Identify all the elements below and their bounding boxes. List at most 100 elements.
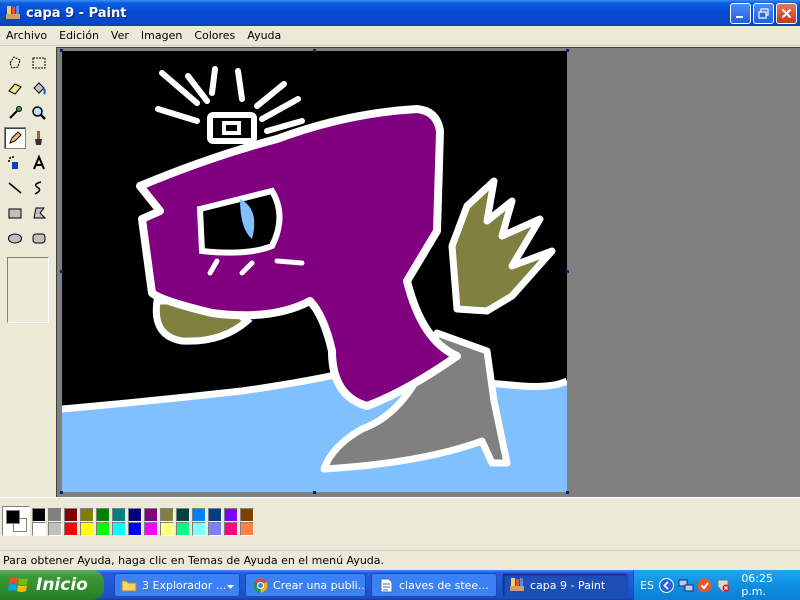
color-swatch[interactable] <box>160 522 174 536</box>
canvas-handle <box>60 270 63 273</box>
menu-archivo[interactable]: Archivo <box>0 29 53 42</box>
color-swatch[interactable] <box>112 508 126 522</box>
curve-tool[interactable] <box>28 177 50 199</box>
color-swatch[interactable] <box>240 522 254 536</box>
color-swatch[interactable] <box>176 522 190 536</box>
color-swatch[interactable] <box>128 508 142 522</box>
text-tool[interactable] <box>28 152 50 174</box>
canvas-handle <box>60 49 63 52</box>
start-label: Inicio <box>36 575 88 595</box>
brush-tool[interactable] <box>28 127 50 149</box>
network-icon[interactable] <box>678 577 694 593</box>
color-swatch[interactable] <box>160 508 174 522</box>
task-label: 3 Explorador ... <box>142 578 227 592</box>
text-icon <box>33 155 45 170</box>
color-swatch[interactable] <box>208 522 222 536</box>
group-dropdown-icon <box>227 579 234 592</box>
rect-select-tool[interactable] <box>28 52 50 74</box>
current-colors[interactable] <box>2 506 30 536</box>
task-paint[interactable]: capa 9 - Paint <box>502 573 628 597</box>
restore-button[interactable] <box>753 3 774 24</box>
free-select-tool[interactable] <box>4 52 26 74</box>
airbrush-tool[interactable] <box>4 152 26 174</box>
foreground-color <box>6 510 20 524</box>
rect-select-icon <box>32 57 46 69</box>
taskbar: Inicio 3 Explorador ... Crear una publi.… <box>0 570 800 600</box>
ellipse-tool[interactable] <box>4 227 26 249</box>
color-swatch[interactable] <box>80 508 94 522</box>
canvas-resize-handle-bottom[interactable] <box>313 491 316 494</box>
pencil-tool[interactable] <box>4 127 26 149</box>
canvas-handle <box>60 491 63 494</box>
color-swatch[interactable] <box>240 508 254 522</box>
workspace <box>56 47 800 497</box>
color-swatch[interactable] <box>144 508 158 522</box>
eraser-tool[interactable] <box>4 77 26 99</box>
security-alert-icon[interactable] <box>715 577 731 593</box>
toolbox <box>0 47 56 497</box>
task-chrome[interactable]: Crear una publi... <box>245 573 366 597</box>
status-text: Para obtener Ayuda, haga clic en Temas d… <box>3 554 385 567</box>
menu-edicion[interactable]: Edición <box>53 29 105 42</box>
color-palette <box>0 497 800 545</box>
chrome-icon <box>252 577 268 593</box>
color-swatch[interactable] <box>64 508 78 522</box>
start-button[interactable]: Inicio <box>0 570 104 600</box>
system-tray: ES 06:25 p.m. <box>633 570 800 600</box>
tool-options-panel[interactable] <box>7 257 49 323</box>
magnifier-tool[interactable] <box>28 102 50 124</box>
canvas-resize-handle-right[interactable] <box>566 270 569 273</box>
color-swatch[interactable] <box>144 522 158 536</box>
color-swatch[interactable] <box>32 522 46 536</box>
restore-icon <box>758 8 769 19</box>
color-swatch[interactable] <box>192 522 206 536</box>
document-icon <box>378 577 394 593</box>
color-swatch[interactable] <box>96 508 110 522</box>
task-label: Crear una publi... <box>273 578 366 592</box>
color-swatch[interactable] <box>192 508 206 522</box>
color-swatch[interactable] <box>48 508 62 522</box>
task-explorador[interactable]: 3 Explorador ... <box>114 573 240 597</box>
color-swatch[interactable] <box>224 522 238 536</box>
paint-app-icon[interactable] <box>5 5 21 21</box>
polygon-tool[interactable] <box>28 202 50 224</box>
window-controls <box>730 3 797 24</box>
menu-ver[interactable]: Ver <box>105 29 135 42</box>
tray-expand-icon[interactable] <box>659 577 675 593</box>
task-label: claves de stee... <box>399 578 489 592</box>
color-swatch[interactable] <box>80 522 94 536</box>
close-button[interactable] <box>776 3 797 24</box>
magnifier-icon <box>32 106 46 120</box>
rectangle-icon <box>8 208 22 219</box>
drawing-canvas[interactable] <box>61 51 569 492</box>
rectangle-tool[interactable] <box>4 202 26 224</box>
color-swatch[interactable] <box>128 522 142 536</box>
color-swatch[interactable] <box>208 508 222 522</box>
fill-tool[interactable] <box>28 77 50 99</box>
curve-icon <box>34 181 42 195</box>
canvas-resize-handle-corner[interactable] <box>566 491 569 494</box>
menu-colores[interactable]: Colores <box>188 29 241 42</box>
security-shield-icon[interactable] <box>697 577 713 593</box>
window-title: capa 9 - Paint <box>26 5 127 21</box>
task-document[interactable]: claves de stee... <box>371 573 497 597</box>
menu-imagen[interactable]: Imagen <box>135 29 188 42</box>
ellipse-icon <box>8 233 22 244</box>
color-picker-tool[interactable] <box>4 102 26 124</box>
color-swatch[interactable] <box>176 508 190 522</box>
paint-app-icon <box>509 577 525 593</box>
color-swatch[interactable] <box>64 522 78 536</box>
clock[interactable]: 06:25 p.m. <box>741 572 800 598</box>
color-swatch[interactable] <box>224 508 238 522</box>
rounded-rect-tool[interactable] <box>28 227 50 249</box>
color-swatch[interactable] <box>32 508 46 522</box>
airbrush-icon <box>8 156 18 169</box>
language-indicator[interactable]: ES <box>640 579 654 592</box>
color-swatch[interactable] <box>96 522 110 536</box>
line-tool[interactable] <box>4 177 26 199</box>
menu-ayuda[interactable]: Ayuda <box>241 29 287 42</box>
color-swatch[interactable] <box>48 522 62 536</box>
canvas-drawing <box>61 51 569 492</box>
color-swatch[interactable] <box>112 522 126 536</box>
minimize-button[interactable] <box>730 3 751 24</box>
